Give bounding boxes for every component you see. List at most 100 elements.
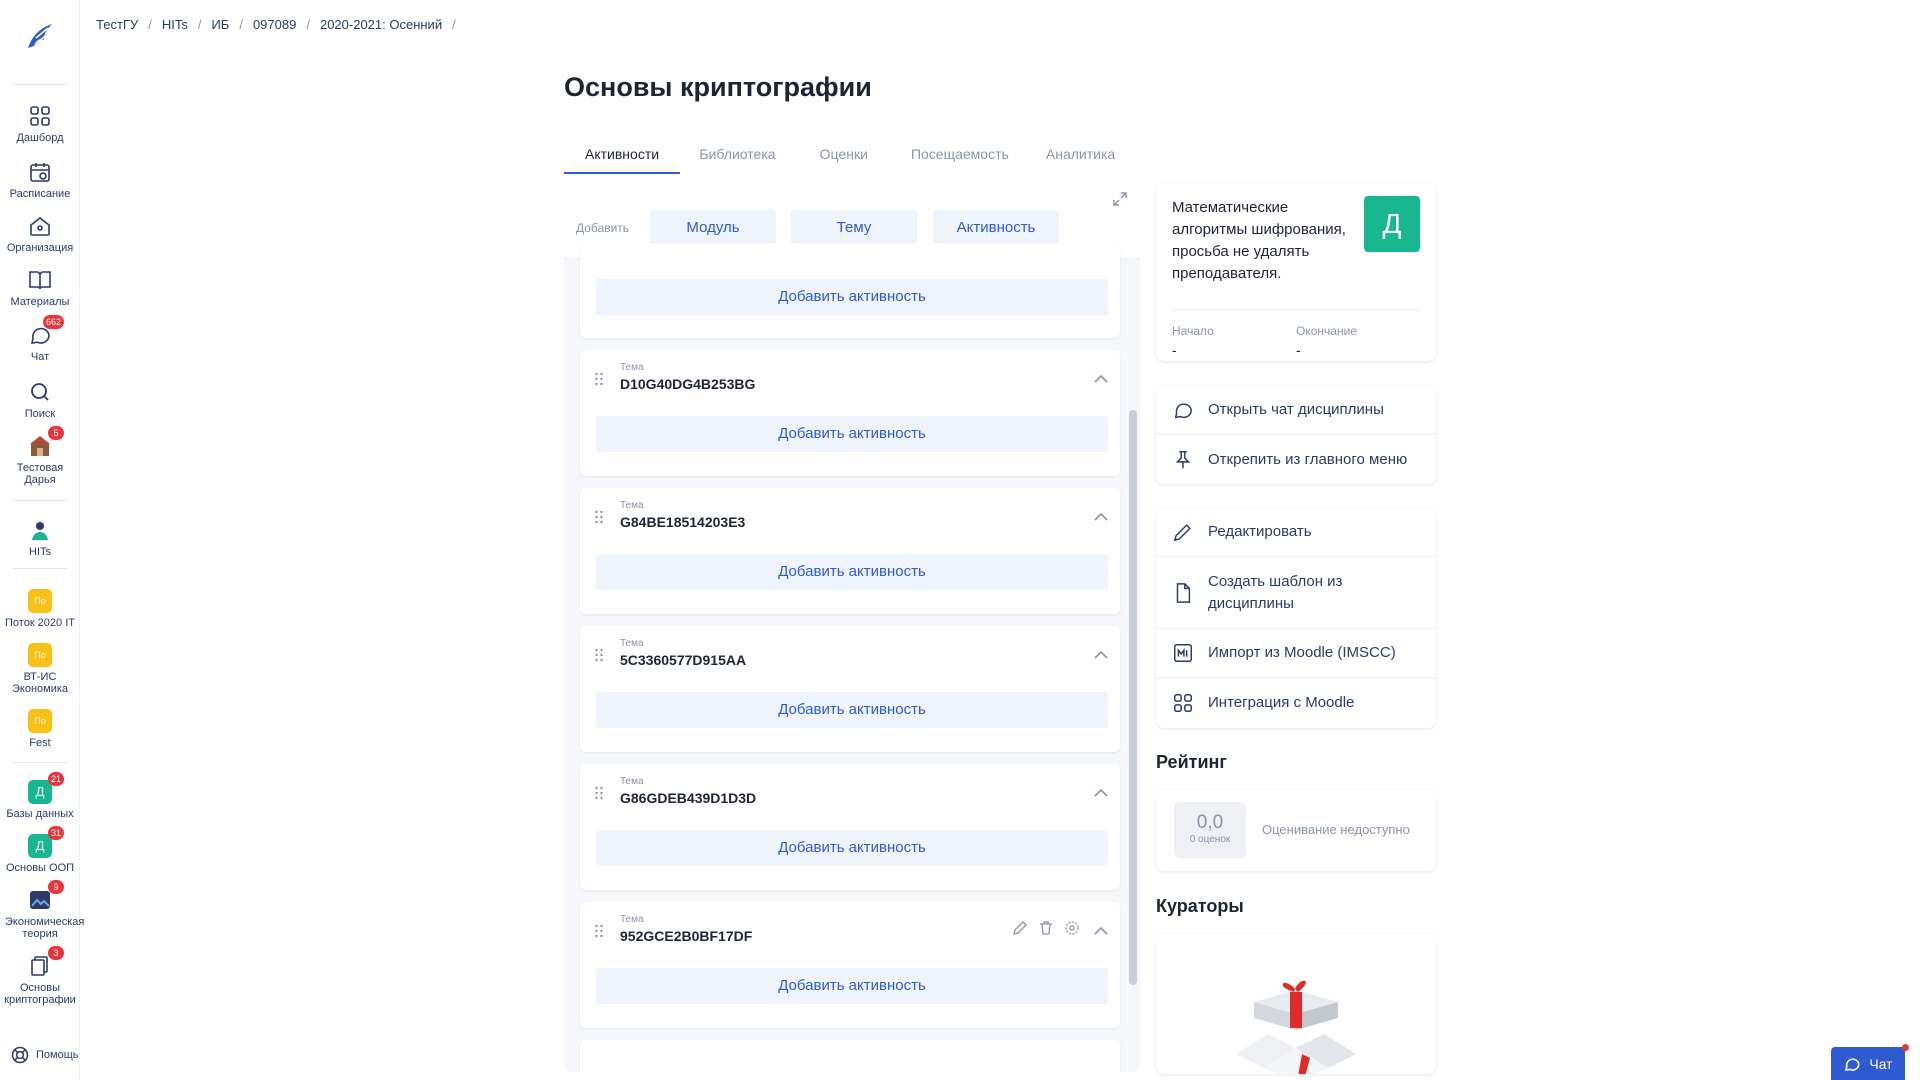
- breadcrumb-item[interactable]: HITs: [162, 17, 188, 32]
- sidebar-item-dashboard[interactable]: Дашборд: [0, 104, 80, 144]
- chevron-up-icon[interactable]: [1094, 650, 1108, 660]
- sidebar-item-economics[interactable]: 9 Экономическая теория: [0, 880, 85, 940]
- drag-handle-icon[interactable]: [594, 924, 604, 938]
- menu-label: Импорт из Moodle (IMSCC): [1208, 644, 1396, 661]
- sidebar-item-label: Организация: [6, 242, 74, 254]
- expand-icon[interactable]: [1112, 191, 1128, 207]
- sidebar-item-chat[interactable]: 662 Чат: [0, 315, 80, 363]
- drag-handle-icon[interactable]: [594, 786, 604, 800]
- gift-box-illustration: [1236, 980, 1356, 1074]
- topic-card: Тема 5C3360577D915AA Добавить активность: [580, 626, 1120, 752]
- dashboard-icon: [30, 106, 50, 126]
- tab-analytics[interactable]: Аналитика: [1027, 146, 1134, 174]
- sidebar-item-vt-is[interactable]: По ВТ-ИС Экономика: [0, 643, 80, 695]
- sidebar-item-label: Дашборд: [16, 132, 64, 144]
- course-actions-card-1: Открыть чат дисциплины Открепить из глав…: [1156, 386, 1436, 484]
- chat-bubble-icon: [1174, 403, 1192, 419]
- add-topic-button[interactable]: Тему: [791, 210, 917, 246]
- logo-icon[interactable]: [22, 18, 58, 54]
- topic-name: 5C3360577D915AA: [620, 652, 747, 668]
- add-activity-button[interactable]: Добавить активность: [596, 830, 1108, 866]
- menu-label: Редактировать: [1208, 523, 1312, 540]
- drag-handle-icon[interactable]: [594, 372, 604, 386]
- chat-button-label: Чат: [1869, 1055, 1893, 1072]
- help-link[interactable]: Помощь: [10, 1045, 79, 1065]
- oop-badge: 31: [47, 826, 64, 840]
- sidebar-item-crypto[interactable]: 3 Основы криптографии: [0, 946, 80, 1006]
- databases-badge: 21: [47, 772, 64, 786]
- sidebar-item-oop[interactable]: Д 31 Основы ООП: [0, 826, 80, 874]
- sidebar-item-organization[interactable]: Организация: [0, 214, 80, 254]
- home-icon: [30, 216, 50, 236]
- sidebar: Дашборд Расписание Организация Материалы…: [0, 0, 85, 1080]
- add-activity-type-button[interactable]: Активность: [933, 210, 1059, 246]
- unpin-button[interactable]: Открепить из главного меню: [1156, 435, 1436, 484]
- add-module-button[interactable]: Модуль: [650, 210, 776, 246]
- topic-kind: Тема: [620, 914, 644, 925]
- pencil-icon: [1173, 524, 1191, 542]
- drag-handle-icon[interactable]: [594, 648, 604, 662]
- sidebar-item-databases[interactable]: Д 21 Базы данных: [0, 772, 80, 820]
- topic-card: Добавить активность: [580, 243, 1120, 338]
- house-picture-icon: [30, 436, 50, 456]
- import-moodle-button[interactable]: Импорт из Moodle (IMSCC): [1156, 629, 1436, 678]
- breadcrumb-item[interactable]: 097089: [253, 17, 296, 32]
- drag-handle-icon[interactable]: [594, 510, 604, 524]
- breadcrumb-item[interactable]: ТестГУ: [96, 17, 138, 32]
- add-activity-button[interactable]: Добавить активность: [596, 279, 1108, 315]
- chevron-up-icon[interactable]: [1094, 788, 1108, 798]
- grid-icon: [1174, 693, 1192, 712]
- add-activity-button[interactable]: Добавить активность: [596, 554, 1108, 590]
- breadcrumb-item[interactable]: ИБ: [211, 17, 229, 32]
- topic-card: Тема 952GCE2B0BF17DF Добавить активность: [580, 902, 1120, 1028]
- chevron-up-icon[interactable]: [1094, 374, 1108, 384]
- edit-button[interactable]: Редактировать: [1156, 508, 1436, 557]
- fest-tile: По: [28, 709, 52, 733]
- add-activity-button[interactable]: Добавить активность: [596, 416, 1108, 452]
- topic-kind: Тема: [620, 776, 644, 787]
- stream-tile: По: [28, 589, 52, 613]
- add-activity-button[interactable]: Добавить активность: [596, 692, 1108, 728]
- end-value: -: [1296, 342, 1301, 358]
- end-label: Окончание: [1296, 324, 1357, 338]
- moodle-icon: [1174, 644, 1192, 662]
- moodle-integration-button[interactable]: Интеграция с Moodle: [1156, 678, 1436, 727]
- trash-icon[interactable]: [1038, 920, 1054, 936]
- visibility-icon[interactable]: [1064, 920, 1080, 936]
- tab-activities[interactable]: Активности: [564, 146, 681, 174]
- sidebar-item-test-daria[interactable]: 5 Тестовая Дарья: [0, 426, 80, 486]
- tabs: Активности Библиотека Оценки Посещаемост…: [564, 146, 1134, 174]
- topic-card: [580, 1040, 1120, 1072]
- sidebar-item-label: Основы криптографии: [4, 982, 76, 1006]
- economics-badge: 9: [48, 880, 64, 894]
- sidebar-item-search[interactable]: Поиск: [0, 380, 80, 420]
- add-activity-button[interactable]: Добавить активность: [596, 968, 1108, 1004]
- chevron-up-icon[interactable]: [1094, 926, 1108, 936]
- tab-grades[interactable]: Оценки: [795, 146, 893, 174]
- open-course-chat-button[interactable]: Открыть чат дисциплины: [1156, 386, 1436, 435]
- oop-tile: Д 31: [28, 826, 64, 858]
- rating-score: 0,0 0 оценок: [1174, 802, 1246, 858]
- sidebar-item-label: Расписание: [9, 188, 71, 200]
- sidebar-item-fest[interactable]: По Fest: [0, 709, 80, 749]
- tab-library[interactable]: Библиотека: [680, 146, 795, 174]
- sidebar-item-schedule[interactable]: Расписание: [0, 160, 80, 200]
- pencil-icon[interactable]: [1012, 920, 1028, 936]
- chevron-up-icon[interactable]: [1094, 512, 1108, 522]
- tab-attendance[interactable]: Посещаемость: [893, 146, 1027, 174]
- sidebar-item-stream-2020[interactable]: По Поток 2020 IT: [0, 589, 80, 629]
- hits-logo-icon: [32, 522, 48, 540]
- test-daria-badge: 5: [48, 426, 64, 440]
- create-template-button[interactable]: Создать шаблон из дисциплины: [1156, 557, 1436, 629]
- breadcrumb-item[interactable]: 2020-2021: Осенний: [320, 17, 442, 32]
- sidebar-item-hits[interactable]: HITs: [0, 518, 80, 558]
- sidebar-item-materials[interactable]: Материалы: [0, 268, 80, 308]
- scrollbar[interactable]: [1129, 410, 1137, 985]
- sidebar-item-label: Материалы: [10, 296, 70, 308]
- activities-panel: Добавить Модуль Тему Активность Добавить…: [564, 183, 1140, 1072]
- page-title: Основы криптографии: [564, 72, 872, 102]
- sidebar-item-label: Экономическая теория: [5, 916, 85, 940]
- lifebuoy-icon: [11, 1046, 29, 1064]
- course-info-card: Математические алгоритмы шифрования, про…: [1156, 183, 1436, 361]
- chat-button[interactable]: Чат: [1831, 1044, 1909, 1080]
